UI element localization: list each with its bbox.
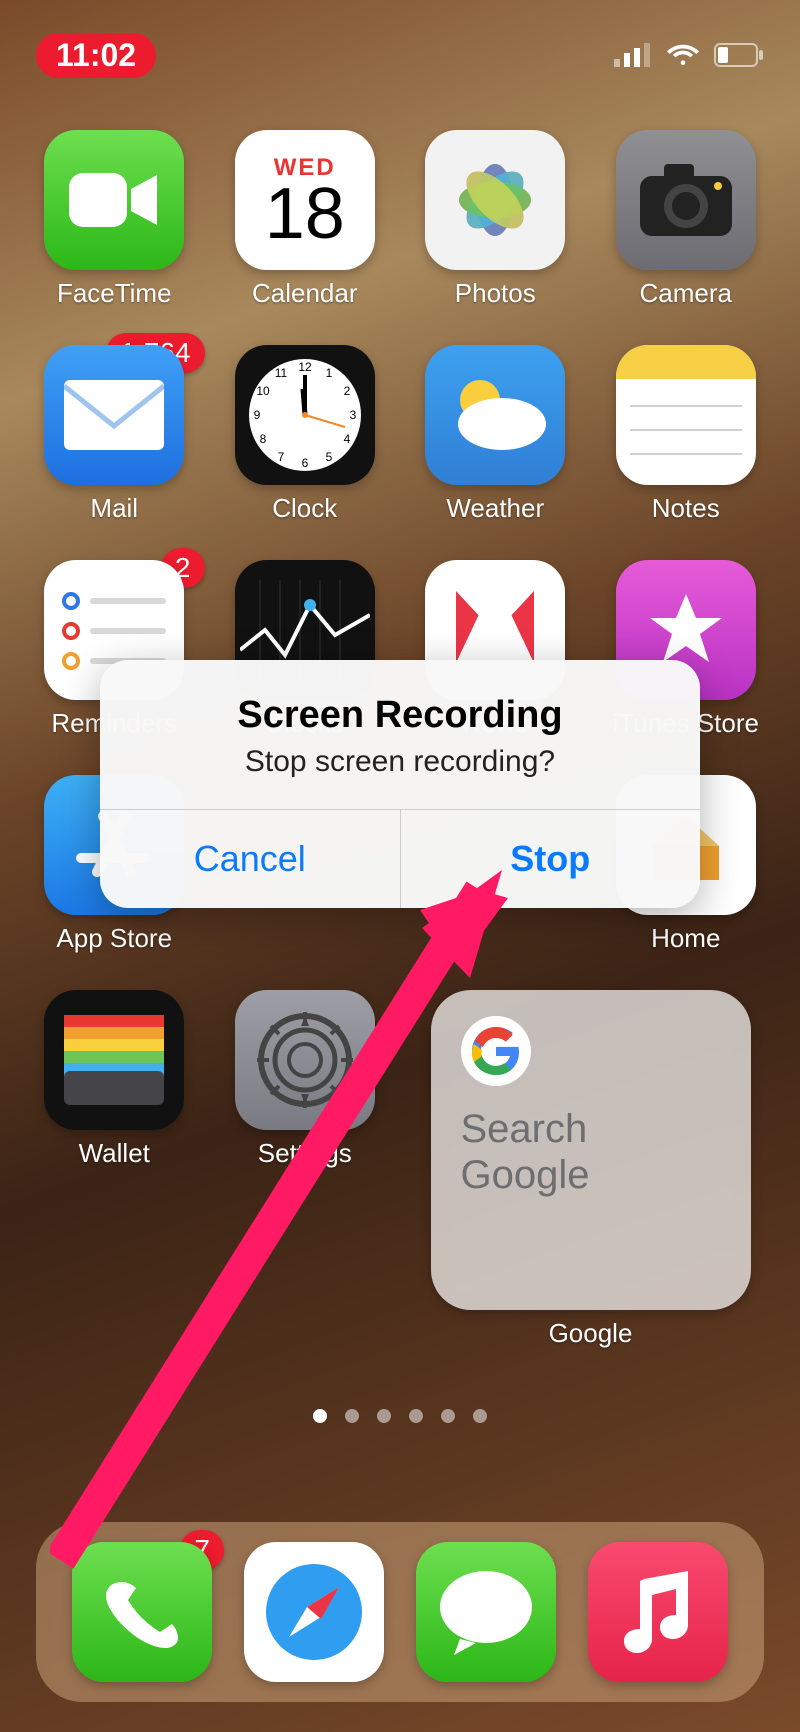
cellular-icon	[614, 43, 652, 67]
app-facetime[interactable]: FaceTime	[36, 130, 193, 309]
app-label: Home	[651, 923, 720, 954]
calendar-date: 18	[265, 182, 345, 247]
app-label: FaceTime	[57, 278, 172, 309]
screen-recording-alert: Screen Recording Stop screen recording? …	[100, 660, 700, 908]
app-messages[interactable]	[416, 1542, 556, 1682]
page-dot[interactable]	[409, 1409, 423, 1423]
status-icons	[614, 43, 764, 67]
messages-icon	[416, 1542, 556, 1682]
svg-text:12: 12	[298, 360, 312, 374]
page-dot[interactable]	[345, 1409, 359, 1423]
app-label: Settings	[258, 1138, 352, 1169]
calendar-icon: WED 18	[235, 130, 375, 270]
svg-text:1: 1	[325, 366, 332, 380]
recording-time-pill[interactable]: 11:02	[36, 33, 156, 78]
app-label: Camera	[640, 278, 732, 309]
camera-icon	[616, 130, 756, 270]
app-label: Weather	[446, 493, 544, 524]
svg-text:11: 11	[275, 366, 288, 380]
app-notes[interactable]: Notes	[608, 345, 765, 524]
app-label: Calendar	[252, 278, 358, 309]
wallet-icon	[44, 990, 184, 1130]
dock: 7	[36, 1522, 764, 1702]
app-wallet[interactable]: Wallet	[36, 990, 193, 1349]
svg-text:7: 7	[277, 450, 284, 464]
app-label: Clock	[272, 493, 337, 524]
svg-text:5: 5	[325, 450, 332, 464]
google-logo-icon	[461, 1016, 531, 1086]
svg-text:3: 3	[349, 408, 356, 422]
page-dot[interactable]	[473, 1409, 487, 1423]
battery-icon	[714, 43, 764, 67]
app-label: Mail	[90, 493, 138, 524]
svg-text:9: 9	[253, 408, 260, 422]
app-label: Photos	[455, 278, 536, 309]
music-icon	[588, 1542, 728, 1682]
wifi-icon	[666, 43, 700, 67]
facetime-icon	[44, 130, 184, 270]
app-safari[interactable]	[244, 1542, 384, 1682]
mail-icon	[44, 345, 184, 485]
app-settings[interactable]: Settings	[227, 990, 384, 1349]
svg-text:10: 10	[256, 384, 270, 398]
app-label: App Store	[56, 923, 172, 954]
notes-icon	[616, 345, 756, 485]
page-dot[interactable]	[377, 1409, 391, 1423]
page-indicator[interactable]	[36, 1409, 764, 1423]
stop-button[interactable]: Stop	[400, 810, 701, 908]
app-label: Google	[549, 1318, 633, 1349]
settings-icon	[235, 990, 375, 1130]
app-phone[interactable]: 7	[72, 1542, 212, 1682]
google-search-placeholder: Search Google	[461, 1106, 721, 1198]
app-photos[interactable]: Photos	[417, 130, 574, 309]
app-camera[interactable]: Camera	[608, 130, 765, 309]
weather-icon	[425, 345, 565, 485]
app-music[interactable]	[588, 1542, 728, 1682]
svg-text:8: 8	[259, 432, 266, 446]
app-calendar[interactable]: WED 18 Calendar	[227, 130, 384, 309]
home-screen: 11:02 FaceTime WED 18 Calendar	[0, 0, 800, 1732]
app-mail[interactable]: 1,764 Mail	[36, 345, 193, 524]
phone-icon	[72, 1542, 212, 1682]
page-dot[interactable]	[313, 1409, 327, 1423]
status-bar: 11:02	[36, 30, 764, 80]
clock-icon: 12 12 3 45 6 78 9 10 11	[235, 345, 375, 485]
safari-icon	[244, 1542, 384, 1682]
app-weather[interactable]: Weather	[417, 345, 574, 524]
photos-icon	[425, 130, 565, 270]
page-dot[interactable]	[441, 1409, 455, 1423]
svg-text:6: 6	[301, 456, 308, 470]
alert-message: Stop screen recording?	[130, 745, 670, 779]
cancel-button[interactable]: Cancel	[100, 810, 400, 908]
svg-text:4: 4	[343, 432, 350, 446]
svg-text:2: 2	[343, 384, 350, 398]
alert-title: Screen Recording	[130, 694, 670, 737]
google-widget[interactable]: Search Google Google	[431, 990, 751, 1349]
app-label: Wallet	[79, 1138, 150, 1169]
app-label: Notes	[652, 493, 720, 524]
app-clock[interactable]: 12 12 3 45 6 78 9 10 11 Clock	[227, 345, 384, 524]
